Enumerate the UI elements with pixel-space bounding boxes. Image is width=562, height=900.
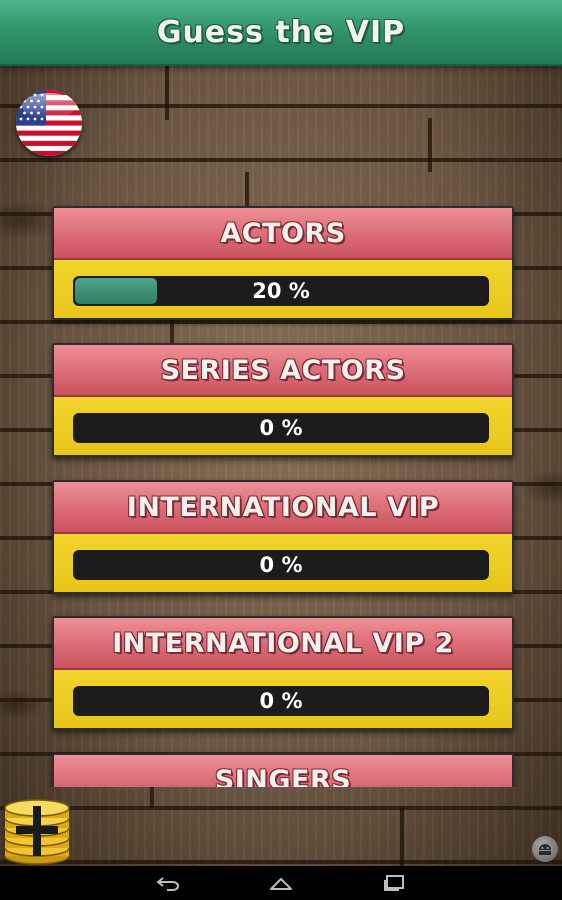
wood-knot <box>0 690 45 720</box>
wood-seam <box>150 786 154 808</box>
card-body: 0 % <box>54 397 512 455</box>
category-card-singers[interactable]: SINGERS <box>52 753 514 787</box>
card-title-bar: ACTORS <box>54 208 512 260</box>
us-flag-icon[interactable] <box>16 90 82 156</box>
card-body: 0 % <box>54 534 512 592</box>
progress-bar: 0 % <box>73 413 489 443</box>
scroll-clip: SINGERS <box>0 750 562 787</box>
progress-label: 0 % <box>259 689 303 713</box>
category-title: INTERNATIONAL VIP <box>126 491 440 523</box>
game-screen: Guess the VIP ACTORS 20 % SERIES ACTORS … <box>0 0 562 900</box>
card-body: 20 % <box>54 260 512 318</box>
card-title-bar: SINGERS <box>54 755 512 787</box>
card-title-bar: SERIES ACTORS <box>54 345 512 397</box>
category-card-international-vip-2[interactable]: INTERNATIONAL VIP 2 0 % <box>52 616 514 730</box>
category-card-actors[interactable]: ACTORS 20 % <box>52 206 514 320</box>
progress-label: 0 % <box>259 553 303 577</box>
back-icon[interactable] <box>148 870 188 896</box>
progress-label: 0 % <box>259 416 303 440</box>
home-icon[interactable] <box>261 870 301 896</box>
category-title: INTERNATIONAL VIP 2 <box>112 627 454 659</box>
progress-bar: 20 % <box>73 276 489 306</box>
progress-label: 20 % <box>252 279 310 303</box>
progress-bar: 0 % <box>73 550 489 580</box>
card-title-bar: INTERNATIONAL VIP 2 <box>54 618 512 670</box>
wood-seam <box>428 118 432 172</box>
wood-seam <box>165 64 169 120</box>
category-title: SINGERS <box>214 764 352 788</box>
card-body: 0 % <box>54 670 512 728</box>
category-card-international-vip[interactable]: INTERNATIONAL VIP 0 % <box>52 480 514 594</box>
category-card-series-actors[interactable]: SERIES ACTORS 0 % <box>52 343 514 457</box>
app-header: Guess the VIP <box>0 0 562 66</box>
category-title: SERIES ACTORS <box>160 354 406 386</box>
progress-bar: 0 % <box>73 686 489 716</box>
system-nav-bar <box>0 866 562 900</box>
wood-seam <box>400 808 404 866</box>
recents-icon[interactable] <box>374 870 414 896</box>
wood-knot <box>520 470 562 506</box>
android-icon[interactable] <box>532 836 558 862</box>
coins-plus-icon[interactable] <box>2 798 72 866</box>
wood-knot <box>0 200 60 240</box>
app-title: Guess the VIP <box>156 14 406 50</box>
category-title: ACTORS <box>220 217 346 249</box>
card-title-bar: INTERNATIONAL VIP <box>54 482 512 534</box>
